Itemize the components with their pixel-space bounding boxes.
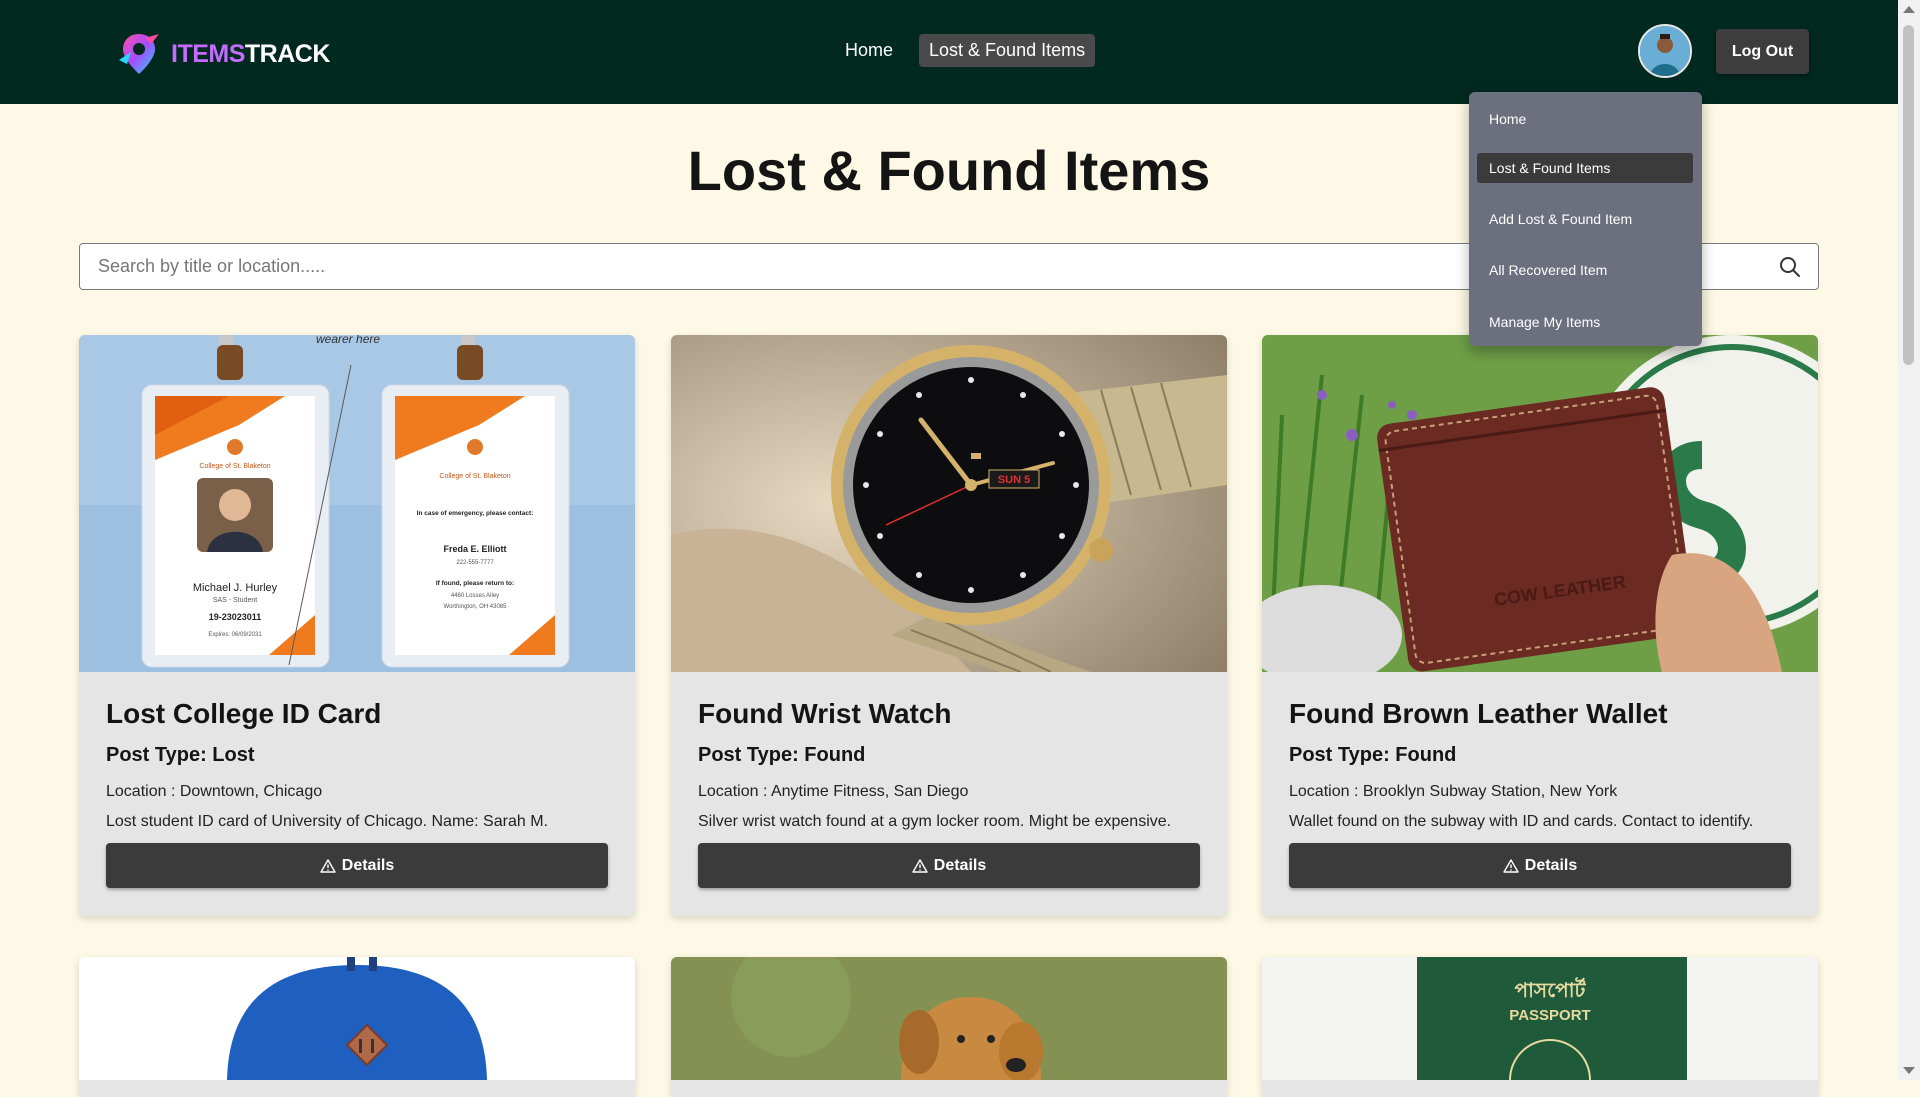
card-title: Lost College ID Card	[106, 698, 382, 729]
dropdown-item-home[interactable]: Home	[1477, 104, 1693, 134]
details-button[interactable]: Details	[1289, 843, 1791, 888]
avatar-image	[1640, 26, 1690, 76]
location-pin-logo-icon	[119, 34, 159, 74]
main-nav: Home Lost & Found Items	[835, 34, 1096, 67]
warning-icon	[320, 858, 336, 873]
search-icon[interactable]	[1778, 255, 1802, 279]
passport-english-text: PASSPORT	[1509, 1007, 1590, 1024]
backpack-image	[79, 957, 635, 1080]
id-back-return-note: If found, please return to:	[436, 580, 514, 587]
item-card-partial	[671, 957, 1227, 1097]
details-button[interactable]: Details	[698, 843, 1200, 888]
dog-image	[671, 957, 1227, 1082]
id-back-contact-name: Freda E. Elliott	[443, 544, 506, 554]
details-button-label: Details	[933, 856, 987, 874]
item-card: wearer here College of St. Blaketon Mich…	[79, 335, 635, 916]
id-front-number: 19-23023011	[209, 612, 262, 622]
id-image-caption: wearer here	[316, 335, 380, 346]
card-location: Location : Anytime Fitness, San Diego	[698, 783, 969, 800]
nav-lost-found-items[interactable]: Lost & Found Items	[919, 34, 1096, 67]
brand-name-part1: ITEMS	[171, 39, 245, 68]
user-dropdown-menu: Home Lost & Found Items Add Lost & Found I…	[1469, 92, 1702, 346]
dropdown-item-manage-my-items[interactable]: Manage My Items	[1477, 307, 1693, 337]
id-front-expires: Expires: 06/09/2031	[208, 632, 262, 638]
scroll-up-arrow-icon[interactable]	[1903, 6, 1915, 13]
item-card: COW LEATHER Found Brown Leather Wallet P…	[1262, 335, 1818, 916]
dropdown-item-all-recovered-item[interactable]: All Recovered Item	[1477, 255, 1693, 285]
card-post-type: Post Type: Found	[698, 744, 866, 766]
card-post-type: Post Type: Lost	[106, 744, 255, 766]
card-location: Location : Downtown, Chicago	[106, 783, 323, 800]
page-scrollbar[interactable]	[1898, 0, 1920, 1080]
scrollbar-thumb[interactable]	[1903, 25, 1914, 365]
card-description: Silver wrist watch found at a gym locker…	[698, 813, 1172, 830]
card-title: Found Brown Leather Wallet	[1289, 698, 1668, 729]
logout-button[interactable]: Log Out	[1716, 29, 1809, 74]
id-back-address2: Worthington, OH 43085	[444, 604, 508, 610]
item-card-partial: পাসপোর্ট PASSPORT	[1262, 957, 1818, 1097]
item-card: SUN 5 Found Wrist Watch Post Type: Found…	[671, 335, 1227, 916]
watch-day-window: SUN 5	[998, 474, 1030, 486]
details-button[interactable]: Details	[106, 843, 608, 888]
id-back-emergency: In case of emergency, please contact:	[417, 510, 534, 517]
passport-bangla-text: পাসপোর্ট	[1515, 977, 1587, 1002]
dropdown-item-lost-found-items[interactable]: Lost & Found Items	[1477, 153, 1693, 183]
warning-icon	[1503, 858, 1519, 873]
card-description: Wallet found on the subway with ID and c…	[1289, 813, 1754, 830]
details-button-label: Details	[1524, 856, 1578, 874]
warning-icon	[912, 858, 928, 873]
id-back-contact-phone: 222-555-7777	[456, 560, 494, 566]
item-card-partial	[79, 957, 635, 1097]
details-button-label: Details	[341, 856, 395, 874]
id-card-image: wearer here College of St. Blaketon Mich…	[79, 335, 635, 672]
brand-name-part2: TRACK	[244, 39, 331, 68]
nav-home[interactable]: Home	[835, 34, 903, 67]
passport-image: পাসপোর্ট PASSPORT	[1262, 957, 1818, 1097]
wrist-watch-image: SUN 5	[671, 335, 1227, 672]
brand-logo[interactable]: ITEMSTRACK	[115, 30, 330, 78]
dropdown-item-add-lost-found-item[interactable]: Add Lost & Found Item	[1477, 204, 1693, 234]
scroll-down-arrow-icon[interactable]	[1903, 1067, 1915, 1074]
navbar: ITEMSTRACK Home Lost & Found Items Log O…	[0, 0, 1898, 104]
id-back-address1: 4460 Losses Alley	[451, 593, 499, 599]
card-post-type: Post Type: Found	[1289, 744, 1457, 766]
card-title: Found Wrist Watch	[698, 698, 952, 729]
id-front-role: SAS - Student	[213, 597, 257, 604]
id-front-college: College of St. Blaketon	[199, 463, 270, 470]
id-back-college: College of St. Blaketon	[439, 473, 510, 480]
card-description: Lost student ID card of University of Ch…	[106, 813, 548, 830]
card-location: Location : Brooklyn Subway Station, New …	[1289, 783, 1618, 800]
id-front-name: Michael J. Hurley	[193, 582, 278, 594]
user-avatar[interactable]	[1638, 24, 1692, 78]
leather-wallet-image: COW LEATHER	[1262, 335, 1818, 672]
